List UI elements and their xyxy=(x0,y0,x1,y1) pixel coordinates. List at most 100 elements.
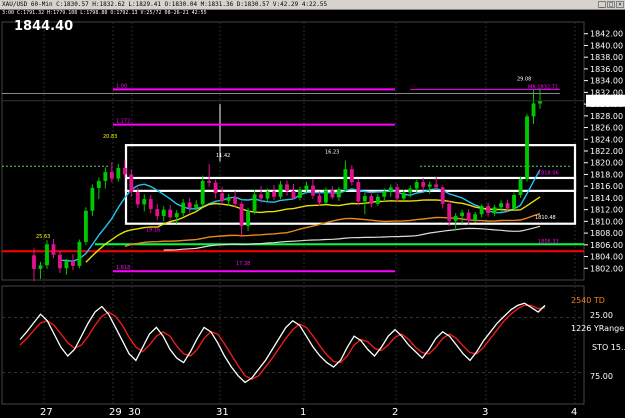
osc-label: 1226 YRange xyxy=(571,324,624,333)
x-tick-label-4: 4 xyxy=(571,407,577,418)
candle-body xyxy=(246,210,250,227)
candle-body xyxy=(109,172,114,179)
y-tick-label: 1822.00 xyxy=(590,147,623,156)
annotation-label: 16.23 xyxy=(325,149,339,155)
y-tick-label: 1812.00 xyxy=(590,206,623,215)
candle-body xyxy=(90,187,95,211)
candle-body xyxy=(265,191,270,199)
candle-body xyxy=(486,206,491,214)
fib-level-label: 1.272 xyxy=(116,119,130,125)
candle-body xyxy=(291,190,296,198)
candle-body xyxy=(142,199,147,205)
candle-body xyxy=(226,197,231,201)
candle-body xyxy=(285,184,289,191)
candle-body xyxy=(161,209,166,217)
candle-body xyxy=(207,180,212,183)
annotation-label: 1818.06 xyxy=(538,170,559,176)
candle-body xyxy=(414,182,419,189)
candle-body xyxy=(45,244,49,266)
candle-body xyxy=(148,199,153,210)
candle-body xyxy=(453,216,458,221)
oscillator-panel-border xyxy=(1,285,585,405)
candle-body xyxy=(362,196,367,202)
candle-body xyxy=(505,203,510,209)
chart-window: XAU/USD 60-Min C:1830.57 H:1832.62 L:182… xyxy=(0,0,625,418)
y-tick-label: 1824.00 xyxy=(590,135,623,144)
candle-body xyxy=(499,203,503,208)
candle-body xyxy=(336,189,341,198)
candle-body xyxy=(447,203,452,221)
candle-body xyxy=(317,195,322,203)
osc-label: 25.00 xyxy=(590,311,613,320)
x-tick-label-31: 31 xyxy=(216,407,229,418)
y-tick-label: 1808.00 xyxy=(590,229,623,238)
y-tick-label: 1826.00 xyxy=(590,124,623,133)
osc-label: 2540 TD xyxy=(571,296,605,305)
candle-body xyxy=(375,196,380,204)
y-tick-label: 1818.00 xyxy=(590,170,623,179)
candle-body xyxy=(51,244,56,255)
candle-body xyxy=(479,206,484,215)
candle-body xyxy=(32,255,36,269)
y-tick-label: 1806.00 xyxy=(590,241,623,250)
x-tick-label-27: 27 xyxy=(40,407,53,418)
annotation-label: 19.16 xyxy=(146,227,160,233)
candle-body xyxy=(239,203,244,227)
y-tick-label: 1834.00 xyxy=(590,77,623,86)
price-chart-canvas[interactable]: 1.00 1.272 1.618 2540 TD 25.00 1226 YRange ST… xyxy=(0,0,625,418)
candle-body xyxy=(512,194,516,209)
candle-body xyxy=(116,168,121,179)
y-tick-label: 1836.00 xyxy=(590,65,623,74)
annotation-label: 17.38 xyxy=(236,261,250,267)
candle-body xyxy=(200,180,205,205)
x-tick-label-30: 30 xyxy=(128,407,141,418)
y-tick-label: 1838.00 xyxy=(590,53,623,62)
candle-body xyxy=(122,168,127,175)
annotation-label: 11.42 xyxy=(216,153,230,159)
candle-body xyxy=(460,212,465,217)
candle-body xyxy=(272,191,276,197)
annotation-label: 29.08 xyxy=(517,77,531,83)
candle-body xyxy=(174,213,179,218)
candle-body xyxy=(343,169,348,190)
candles xyxy=(32,88,542,282)
candle-body xyxy=(58,254,62,269)
annotation-label: 25.63 xyxy=(36,234,50,240)
candle-body xyxy=(531,103,536,117)
osc-label: 75.00 xyxy=(590,372,613,381)
annotation-label: 1806.33 xyxy=(538,239,559,245)
candle-body xyxy=(252,194,257,211)
candle-body xyxy=(83,210,88,242)
annotation-label: 20.83 xyxy=(103,134,117,140)
candle-body xyxy=(38,265,43,269)
candle-body xyxy=(349,169,354,183)
big-price-readout: 1844.40 xyxy=(14,19,74,34)
y-tick-label: 1820.00 xyxy=(590,159,623,168)
candle-body xyxy=(64,261,69,269)
ma-orange-line xyxy=(124,213,541,247)
x-tick-label-1: 1 xyxy=(300,407,306,418)
annotation-label: 1810.48 xyxy=(535,215,556,221)
osc-label: STO 15... xyxy=(592,343,625,352)
x-tick-label-29: 29 xyxy=(109,407,122,418)
candle-body xyxy=(304,185,309,190)
candle-body xyxy=(421,182,426,187)
candle-body xyxy=(492,207,497,214)
y-tick-label: 1802.00 xyxy=(590,264,623,273)
y-tick-label: 1814.00 xyxy=(590,194,623,203)
candle-body xyxy=(71,261,75,266)
candle-body xyxy=(187,202,192,208)
candle-body xyxy=(181,202,186,214)
candle-body xyxy=(135,192,140,205)
candle-body xyxy=(330,190,335,198)
candle-body xyxy=(233,197,238,204)
candle-body xyxy=(298,189,302,198)
candle-body xyxy=(259,194,263,199)
candle-body xyxy=(518,179,523,195)
candle-body xyxy=(213,182,218,194)
candle-body xyxy=(324,190,328,203)
candle-body xyxy=(388,187,393,192)
candle-body xyxy=(401,192,406,199)
fib-level-label: 1.00 xyxy=(116,83,127,89)
current-price-label: 1830.57 xyxy=(589,98,622,107)
